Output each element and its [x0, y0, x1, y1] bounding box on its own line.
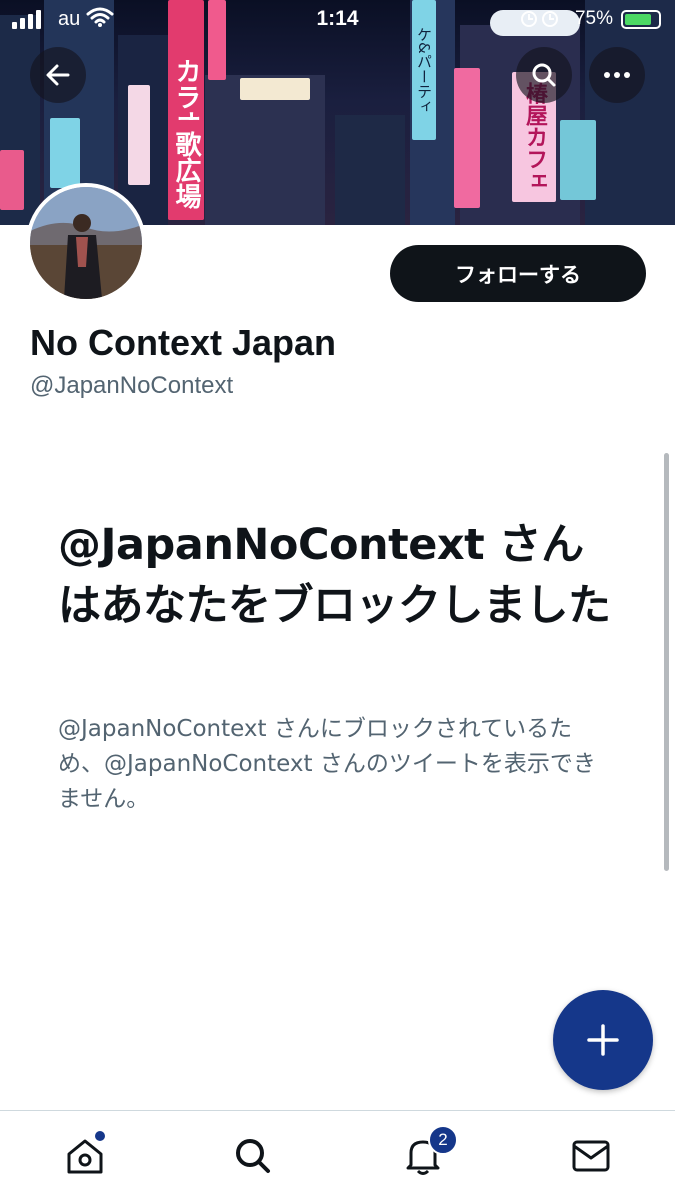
scrollbar[interactable] [664, 453, 669, 871]
banner-sign [0, 150, 24, 210]
banner-sign [454, 68, 480, 208]
banner-sign [560, 120, 596, 200]
banner-sign [240, 78, 310, 100]
profile-avatar[interactable] [26, 183, 146, 303]
battery-percent: 75% [574, 8, 613, 29]
battery-icon [621, 10, 661, 29]
notifications-badge: 2 [428, 1125, 458, 1155]
status-bar: au 1:14 75% [0, 0, 675, 40]
banner-sign [128, 85, 150, 185]
avatar-photo [30, 187, 142, 299]
back-button[interactable] [30, 47, 86, 103]
tab-messages[interactable] [566, 1131, 616, 1181]
tab-explore[interactable] [228, 1131, 278, 1181]
tab-notifications[interactable]: 2 [398, 1125, 458, 1181]
search-icon [532, 63, 556, 87]
alarm-icon [520, 8, 560, 36]
profile-handle: @JapanNoContext [30, 372, 234, 399]
tab-home[interactable] [60, 1131, 110, 1181]
more-horizontal-icon [604, 72, 630, 78]
compose-button[interactable] [553, 990, 653, 1090]
banner-sign-kakyo: 歌広場 [168, 120, 204, 220]
plus-icon [587, 1024, 619, 1056]
banner-building [335, 115, 405, 225]
envelope-icon [572, 1140, 610, 1172]
bottom-tab-bar: 2 [0, 1110, 675, 1201]
profile-display-name: No Context Japan [30, 322, 337, 363]
blocked-description: @JapanNoContext さんにブロックされているため、@JapanNoC… [58, 716, 596, 812]
status-time: 1:14 [316, 7, 359, 30]
search-button[interactable] [516, 47, 572, 103]
home-icon [67, 1139, 103, 1174]
search-icon [236, 1139, 270, 1173]
banner-sign [50, 118, 80, 188]
follow-button[interactable]: フォローする [390, 245, 646, 302]
home-unread-dot [95, 1131, 105, 1141]
more-button[interactable] [589, 47, 645, 103]
arrow-left-icon [46, 64, 70, 86]
blocked-title: @JapanNoContext さんはあなたをブロックしました [58, 520, 611, 631]
